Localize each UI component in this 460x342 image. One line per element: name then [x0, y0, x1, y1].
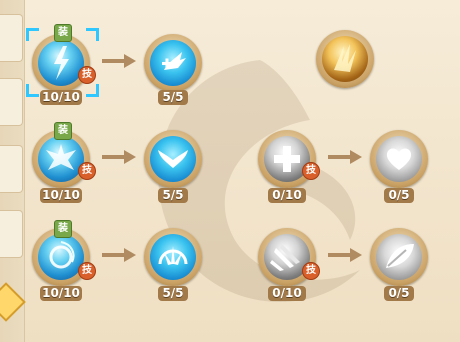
- skill-level-label: 5/5: [158, 90, 188, 105]
- skill-node-r1-extra[interactable]: [316, 30, 374, 88]
- skill-level-label: 5/5: [158, 286, 188, 301]
- skill-node-r2-4[interactable]: [370, 130, 428, 188]
- arrow-right-icon: [328, 150, 362, 164]
- skill-badge: 技: [302, 162, 320, 180]
- blue-lightning-orb-icon: [38, 40, 84, 86]
- selection-corner: [26, 28, 39, 41]
- skill-badge: 技: [78, 162, 96, 180]
- skill-level-label: 0/5: [384, 286, 414, 301]
- selection-corner: [86, 28, 99, 41]
- arrow-right-icon: [102, 54, 136, 68]
- skill-level-label: 5/5: [158, 188, 188, 203]
- side-tab[interactable]: [0, 14, 23, 62]
- equip-badge: 装: [54, 122, 72, 140]
- skill-level-label: 0/5: [384, 188, 414, 203]
- skill-node-r3-2[interactable]: [144, 228, 202, 286]
- gray-leaf-icon: [376, 234, 422, 280]
- skill-badge: 技: [78, 262, 96, 280]
- skill-node-r1-2[interactable]: [144, 34, 202, 92]
- wings-icon: [150, 136, 196, 182]
- skill-node-r1-1[interactable]: [32, 34, 90, 92]
- blue-vortex-orb-icon: [38, 234, 84, 280]
- skill-level-label: 0/10: [268, 286, 306, 301]
- arrow-right-icon: [102, 150, 136, 164]
- side-tab[interactable]: [0, 210, 23, 258]
- equip-badge: 装: [54, 220, 72, 238]
- blue-phoenix-icon: [38, 136, 84, 182]
- skill-badge: 技: [302, 262, 320, 280]
- equip-badge: 装: [54, 24, 72, 42]
- skill-level-label: 10/10: [40, 90, 82, 105]
- side-tab[interactable]: [0, 145, 23, 193]
- skill-level-label: 10/10: [40, 286, 82, 301]
- heal-plus-arrow-icon: [150, 40, 196, 86]
- arrow-right-icon: [328, 248, 362, 262]
- skill-badge: 技: [78, 66, 96, 84]
- burst-icon: [150, 234, 196, 280]
- gray-heart-icon: [376, 136, 422, 182]
- skill-node-r2-2[interactable]: [144, 130, 202, 188]
- side-tab[interactable]: [0, 78, 23, 126]
- skill-level-label: 0/10: [268, 188, 306, 203]
- selection-corner: [26, 84, 39, 97]
- selection-corner: [86, 84, 99, 97]
- skill-level-label: 10/10: [40, 188, 82, 203]
- golden-claw-locked-icon: [322, 36, 368, 82]
- skill-node-r3-4[interactable]: [370, 228, 428, 286]
- arrow-right-icon: [102, 248, 136, 262]
